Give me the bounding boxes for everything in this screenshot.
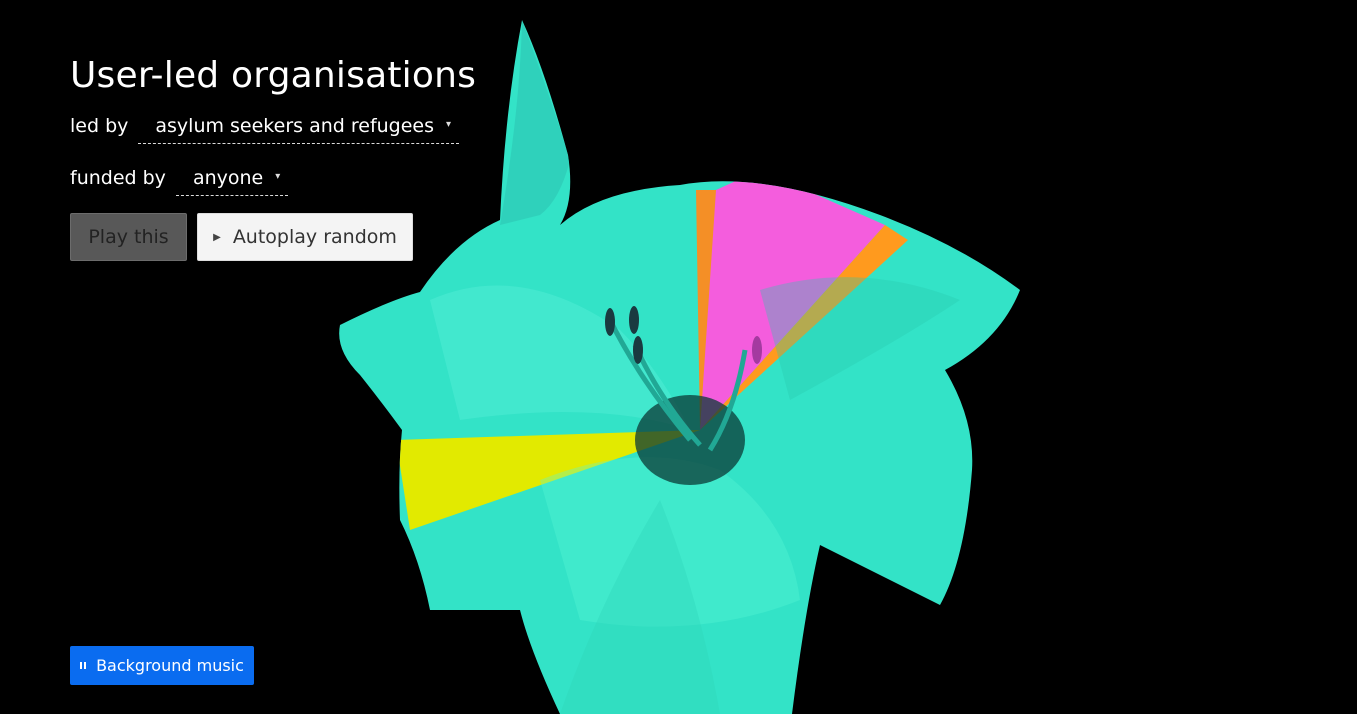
play-icon: ▶ [213, 231, 221, 243]
autoplay-random-button[interactable]: ▶ Autoplay random [197, 213, 413, 261]
funded-by-value: anyone [192, 166, 264, 189]
caret-down-icon: ▾ [446, 119, 452, 130]
autoplay-random-label: Autoplay random [232, 226, 397, 248]
led-by-dropdown[interactable]: asylum seekers and refugees ▾ [138, 109, 460, 144]
play-this-button[interactable]: Play this [70, 213, 187, 261]
action-buttons: Play this ▶ Autoplay random [70, 213, 476, 261]
background-stage: User-led organisations led by asylum see… [0, 0, 1357, 714]
play-this-label: Play this [88, 226, 169, 248]
background-music-label: Background music [96, 656, 244, 675]
led-by-filter: led by asylum seekers and refugees ▾ [70, 109, 476, 144]
funded-by-filter: funded by anyone ▾ [70, 161, 476, 196]
funded-by-dropdown[interactable]: anyone ▾ [175, 161, 289, 196]
page-title: User-led organisations [70, 55, 477, 96]
background-music-button[interactable]: Background music [70, 646, 254, 685]
controls-panel: User-led organisations led by asylum see… [70, 52, 476, 261]
funded-by-label: funded by [70, 167, 166, 189]
pause-icon [80, 662, 87, 669]
led-by-value: asylum seekers and refugees [155, 114, 435, 137]
led-by-label: led by [70, 115, 129, 137]
caret-down-icon: ▾ [275, 171, 281, 182]
